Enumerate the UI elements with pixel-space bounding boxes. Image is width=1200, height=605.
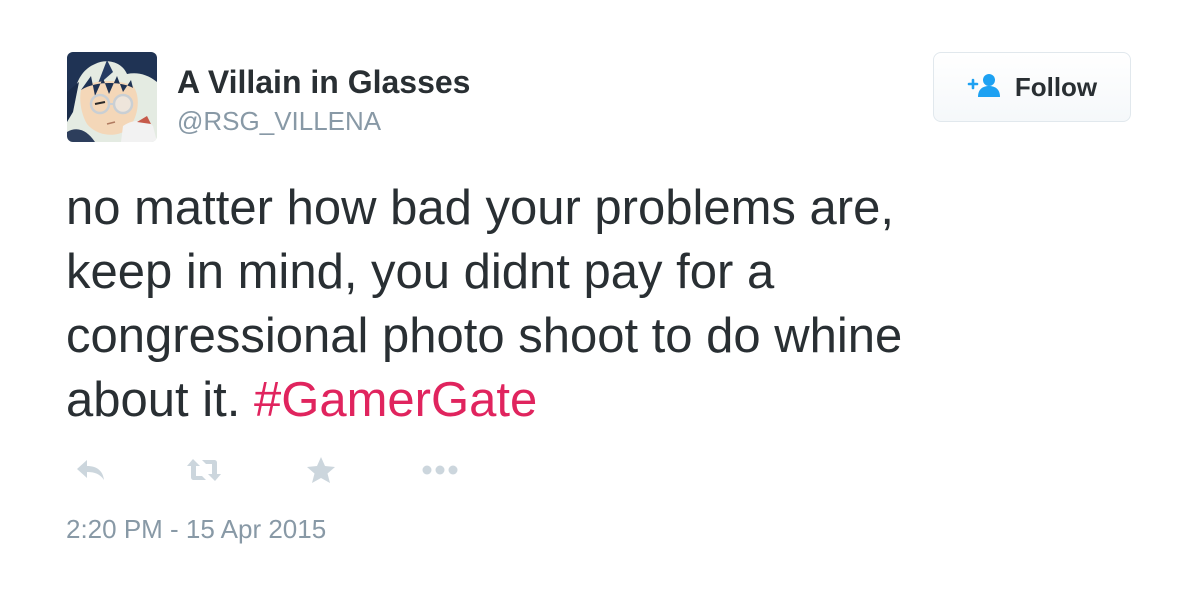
retweet-button[interactable] — [182, 452, 226, 492]
tweet-text-line: about it. — [66, 373, 254, 427]
tweet-timestamp[interactable]: 2:20 PM - 15 Apr 2015 — [66, 514, 326, 545]
hashtag-word: GamerGate — [281, 373, 538, 427]
favorite-star-icon — [306, 456, 336, 489]
user-display-name[interactable]: A Villain in Glasses — [177, 64, 470, 101]
tweet-text-line: no matter how bad your problems are, — [66, 181, 894, 235]
tweet-text-line: congressional photo shoot to do whine — [66, 309, 903, 363]
tweet-text-line: keep in mind, you didnt pay for a — [66, 245, 775, 299]
tweet-card: A Villain in Glasses @RSG_VILLENA Follow… — [0, 0, 1200, 605]
hashtag-link[interactable]: #GamerGate — [254, 373, 537, 427]
tweet-text: no matter how bad your problems are, kee… — [66, 176, 1126, 432]
add-user-icon — [967, 72, 1003, 103]
retweet-icon — [185, 457, 223, 488]
more-options-button[interactable] — [418, 452, 462, 492]
follow-label: Follow — [1014, 71, 1098, 102]
favorite-button[interactable] — [299, 452, 343, 492]
follow-button[interactable]: Follow — [933, 52, 1131, 122]
more-options-icon — [421, 463, 459, 481]
reply-icon — [75, 458, 107, 487]
hashtag-symbol: # — [253, 373, 282, 427]
user-screen-name[interactable]: @RSG_VILLENA — [177, 106, 381, 137]
anime-character-avatar-icon — [67, 52, 157, 142]
reply-button[interactable] — [69, 452, 113, 492]
user-avatar[interactable] — [67, 52, 157, 142]
